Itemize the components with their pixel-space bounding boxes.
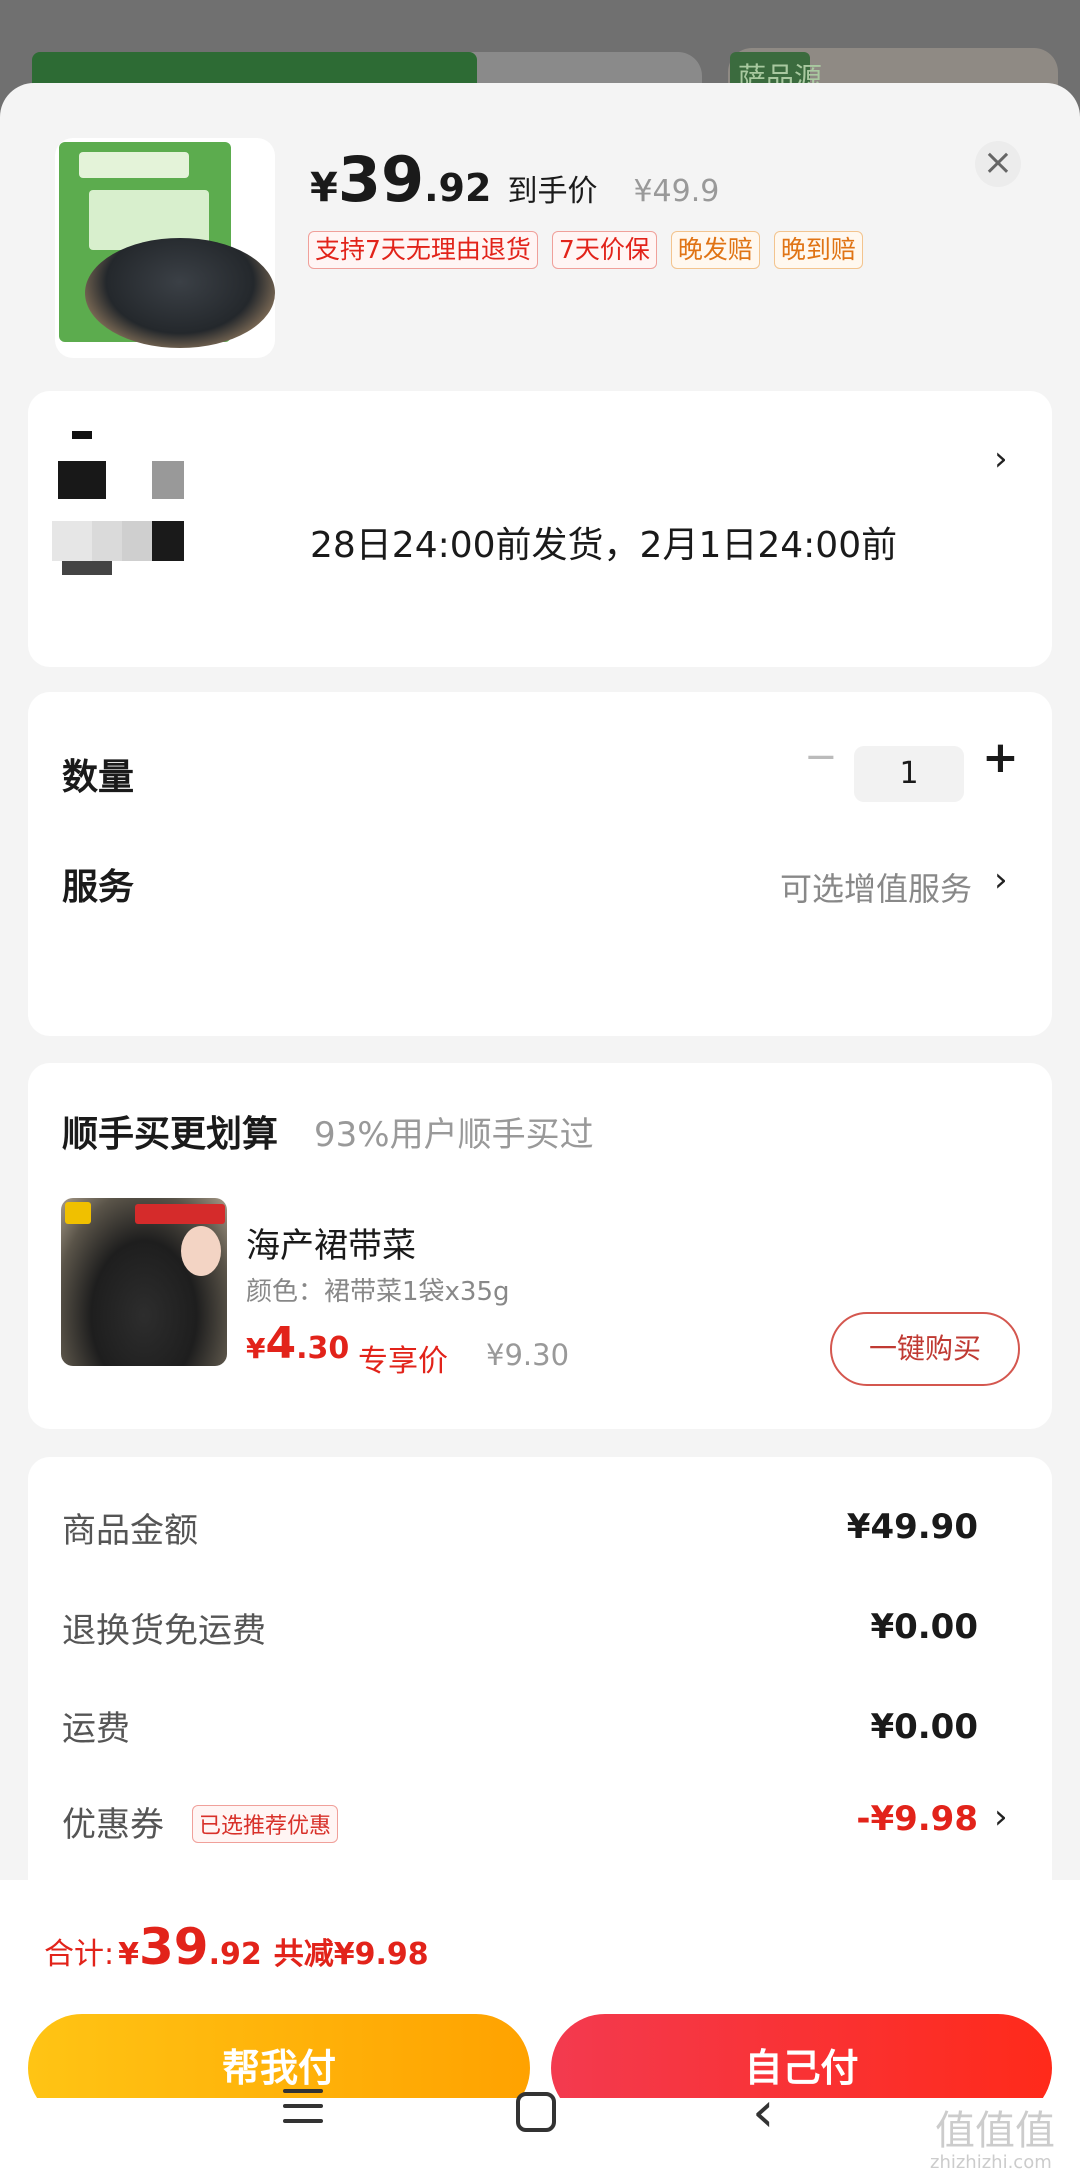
chevron-right-icon: ›	[994, 439, 1008, 479]
summary-value-return-shipping: ¥0.00	[870, 1607, 978, 1647]
address-card[interactable]: 28日24:00前发货，2月1日24:00前 ›	[28, 391, 1052, 667]
combo-title: 顺手买更划算	[62, 1114, 279, 1155]
tag-price-protect: 7天价保	[551, 231, 657, 269]
summary-value-shipping: ¥0.00	[870, 1707, 978, 1747]
menu-icon[interactable]	[283, 2089, 323, 2125]
close-icon[interactable]: ×	[975, 141, 1021, 187]
address-redacted	[42, 421, 242, 641]
watermark-logo: 值值值	[935, 2108, 1055, 2154]
order-total: 合计: ¥ 39 .92 共减¥9.98	[44, 1918, 429, 1976]
back-icon[interactable]: ‹	[752, 2080, 774, 2145]
chevron-right-icon[interactable]: ›	[994, 860, 1008, 900]
quantity-service-card: 数量 − 1 + 服务 可选增值服务 ›	[28, 692, 1052, 1036]
tag-late-arrive: 晚到赔	[773, 231, 863, 269]
one-click-buy-button[interactable]: 一键购买	[830, 1312, 1020, 1386]
summary-label-return-shipping: 退换货免运费	[62, 1611, 266, 1651]
chevron-right-icon[interactable]: ›	[994, 1797, 1008, 1837]
combo-item-image[interactable]	[61, 1198, 227, 1366]
summary-label-coupon: 优惠券	[62, 1805, 164, 1845]
combo-item-price: ¥ 4 .30	[246, 1318, 350, 1369]
summary-label-shipping: 运费	[62, 1709, 130, 1749]
home-icon[interactable]	[516, 2092, 556, 2132]
summary-label-goods: 商品金额	[62, 1511, 198, 1551]
summary-value-coupon[interactable]: -¥9.98	[856, 1799, 978, 1839]
summary-value-goods: ¥49.90	[846, 1507, 978, 1547]
product-tags: 支持7天无理由退货 7天价保 晚发赔 晚到赔	[308, 231, 863, 269]
combo-card: 顺手买更划算 93%用户顺手买过 海产裙带菜 颜色：裙带菜1袋x35g ¥ 4 …	[28, 1063, 1052, 1429]
service-label: 服务	[62, 867, 135, 908]
quantity-increase-button[interactable]: +	[982, 732, 1019, 783]
product-image	[55, 138, 275, 358]
quantity-label: 数量	[62, 757, 135, 798]
coupon-selected-tag: 已选推荐优惠	[192, 1805, 339, 1843]
original-price: ¥49.9	[633, 174, 720, 209]
delivery-time: 28日24:00前发货，2月1日24:00前	[310, 525, 898, 566]
combo-original-price: ¥9.30	[486, 1338, 570, 1372]
watermark-url: zhizhizhi.com	[930, 2152, 1052, 2173]
checkout-sheet: ¥ 39 .92 到手价 ¥49.9 支持7天无理由退货 7天价保 晚发赔 晚到…	[0, 83, 1080, 2181]
quantity-input[interactable]: 1	[854, 746, 964, 802]
product-price: ¥ 39 .92 到手价 ¥49.9	[310, 143, 720, 216]
tag-late-ship: 晚发赔	[670, 231, 760, 269]
tag-return: 支持7天无理由退货	[308, 231, 538, 269]
combo-subtitle: 93%用户顺手买过	[314, 1115, 594, 1155]
exclusive-price-label: 专享价	[358, 1344, 448, 1379]
quantity-decrease-button[interactable]: −	[804, 734, 838, 780]
price-label: 到手价	[507, 174, 598, 209]
combo-item-name[interactable]: 海产裙带菜	[246, 1218, 416, 1267]
total-reduction: 共减¥9.98	[273, 1937, 429, 1972]
service-hint[interactable]: 可选增值服务	[780, 864, 972, 910]
combo-item-spec: 颜色：裙带菜1袋x35g	[246, 1277, 510, 1307]
